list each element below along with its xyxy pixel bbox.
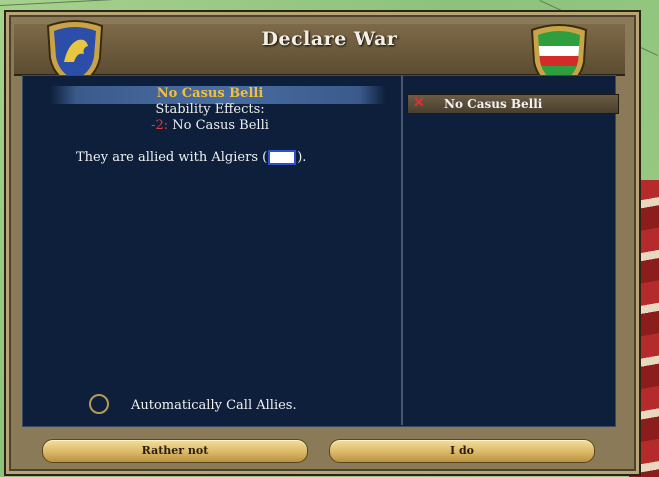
stability-effects-label: Stability Effects: bbox=[155, 102, 265, 117]
stability-reason: No Casus Belli bbox=[172, 118, 269, 133]
algiers-flag-icon bbox=[268, 150, 297, 165]
x-icon: ✕ bbox=[413, 95, 425, 111]
casus-belli-item-label: No Casus Belli bbox=[444, 97, 543, 111]
alliance-notice: They are allied with Algiers (). bbox=[76, 150, 306, 165]
casus-belli-title: No Casus Belli bbox=[156, 86, 264, 101]
stability-value: -2: bbox=[151, 118, 169, 133]
alliance-text-prefix: They are allied with Algiers ( bbox=[76, 150, 268, 165]
alliance-text-suffix: ). bbox=[297, 150, 307, 165]
i-do-button[interactable]: I do bbox=[329, 439, 595, 463]
rather-not-button[interactable]: Rather not bbox=[42, 439, 308, 463]
stability-effect-row: -2: No Casus Belli bbox=[50, 118, 370, 133]
panel-divider bbox=[401, 75, 403, 425]
casus-belli-list-item[interactable]: ✕ No Casus Belli bbox=[407, 94, 619, 114]
call-allies-label: Automatically Call Allies. bbox=[131, 398, 297, 413]
call-allies-checkbox[interactable] bbox=[89, 394, 109, 414]
